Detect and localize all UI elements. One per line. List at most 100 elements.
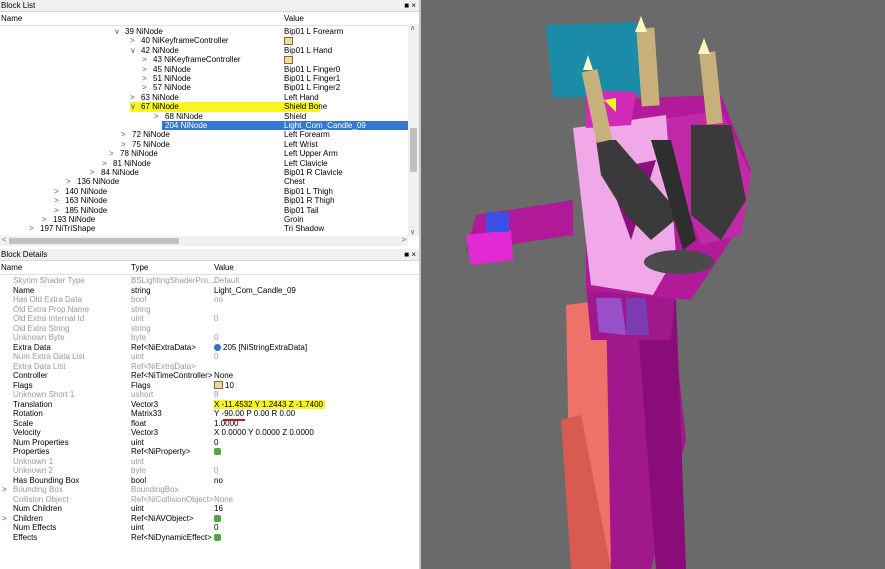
- details-row[interactable]: Rotation Matrix33 Y -90.00 P 0.00 R 0.00: [0, 409, 419, 418]
- column-name-header[interactable]: Name: [1, 12, 22, 25]
- details-row-value[interactable]: 0: [214, 438, 218, 447]
- expand-arrow-icon[interactable]: >: [142, 65, 147, 74]
- tree-row[interactable]: >45 NiNode Bip01 L Finger0: [0, 65, 419, 74]
- tree-row[interactable]: ∨ 67 NiNode Shield Bone: [0, 102, 419, 112]
- tree-row[interactable]: >43 NiKeyframeController: [0, 55, 419, 64]
- details-row[interactable]: Controller Ref<NiTimeController> None: [0, 371, 419, 380]
- expand-arrow-icon[interactable]: >: [142, 83, 147, 92]
- expand-arrow-icon[interactable]: >: [142, 74, 147, 83]
- details-row-value[interactable]: [214, 447, 221, 456]
- block-list-vscroll[interactable]: ∧ ∨: [408, 24, 419, 236]
- tree-row[interactable]: >197 NiTriShape Tri Shadow: [0, 224, 419, 233]
- hscroll-thumb[interactable]: [9, 238, 179, 244]
- tree-row[interactable]: >72 NiNode Left Forearm: [0, 130, 419, 139]
- details-row[interactable]: > Children Ref<NiAVObject>: [0, 514, 419, 523]
- details-row[interactable]: > Bounding Box BoundingBox: [0, 485, 419, 494]
- expand-arrow-icon[interactable]: >: [142, 55, 147, 64]
- expand-arrow-icon[interactable]: >: [2, 514, 7, 523]
- details-row-value[interactable]: X 0.0000 Y 0.0000 Z 0.0000: [214, 428, 314, 437]
- expand-arrow-icon[interactable]: >: [2, 485, 7, 494]
- tree-row[interactable]: >75 NiNode Left Wrist: [0, 140, 419, 149]
- details-row[interactable]: Unknown 1 uint: [0, 457, 419, 466]
- details-row[interactable]: Has Bounding Box bool no: [0, 476, 419, 485]
- details-row-value[interactable]: 10: [214, 381, 234, 390]
- scroll-right-icon[interactable]: >: [402, 237, 406, 244]
- details-column-name-header[interactable]: Name: [1, 261, 22, 274]
- expand-arrow-icon[interactable]: >: [109, 149, 114, 158]
- details-row[interactable]: Unknown 2 byte 0: [0, 466, 419, 475]
- details-row-value[interactable]: [214, 514, 221, 523]
- expand-arrow-icon[interactable]: >: [102, 159, 107, 168]
- details-row-value[interactable]: 0: [214, 352, 218, 361]
- tree-row[interactable]: >40 NiKeyframeController: [0, 36, 419, 45]
- tree-row[interactable]: >68 NiNode Shield: [0, 112, 419, 121]
- expand-arrow-icon[interactable]: >: [42, 215, 47, 224]
- details-row[interactable]: Translation Vector3 X -11.4532 Y 1.2443 Z …: [0, 399, 419, 409]
- tree-row[interactable]: >193 NiNode Groin: [0, 215, 419, 224]
- details-row[interactable]: Num Children uint 16: [0, 504, 419, 513]
- details-row[interactable]: Old Extra String string: [0, 324, 419, 333]
- tree-row[interactable]: 204 NiNode Light_Com_Candle_09: [0, 121, 419, 131]
- expand-arrow-icon[interactable]: >: [121, 130, 126, 139]
- tree-row[interactable]: >63 NiNode Left Hand: [0, 93, 419, 102]
- details-row-value[interactable]: 8: [214, 390, 218, 399]
- details-row-value[interactable]: 0: [214, 523, 218, 532]
- block-list-window-controls[interactable]: ■ ×: [404, 0, 416, 11]
- scroll-down-icon[interactable]: ∨: [410, 228, 415, 236]
- details-row-value[interactable]: 0: [214, 466, 218, 475]
- tree-row[interactable]: ∨ 39 NiNode Bip01 L Forearm: [0, 27, 419, 36]
- expand-arrow-icon[interactable]: >: [121, 140, 126, 149]
- details-row[interactable]: Effects Ref<NiDynamicEffect>: [0, 533, 419, 542]
- expand-arrow-icon[interactable]: >: [90, 168, 95, 177]
- details-row[interactable]: Num Properties uint 0: [0, 438, 419, 447]
- tree-row[interactable]: >140 NiNode Bip01 L Thigh: [0, 187, 419, 196]
- details-row-value[interactable]: Y -90.00 P 0.00 R 0.00: [214, 409, 295, 418]
- details-row-value[interactable]: no: [214, 295, 223, 304]
- details-row-value[interactable]: None: [214, 371, 233, 380]
- expand-arrow-icon[interactable]: >: [54, 206, 59, 215]
- details-row-value[interactable]: X -11.4532 Y 1.2443 Z -1.7400: [214, 399, 325, 409]
- details-column-type-header[interactable]: Type: [131, 261, 148, 274]
- tree-row[interactable]: >84 NiNode Bip01 R Clavicle: [0, 168, 419, 177]
- tree-row[interactable]: >51 NiNode Bip01 L Finger1: [0, 74, 419, 83]
- column-value-header[interactable]: Value: [284, 12, 304, 25]
- details-row[interactable]: Unknown Byte byte 0: [0, 333, 419, 342]
- details-row[interactable]: Num Effects uint 0: [0, 523, 419, 532]
- tree-row[interactable]: >57 NiNode Bip01 L Finger2: [0, 83, 419, 92]
- expand-arrow-icon[interactable]: >: [54, 187, 59, 196]
- expand-arrow-icon[interactable]: >: [54, 196, 59, 205]
- details-row-value[interactable]: no: [214, 476, 223, 485]
- tree-row[interactable]: >185 NiNode Bip01 Tail: [0, 206, 419, 215]
- expand-arrow-icon[interactable]: >: [29, 224, 34, 233]
- details-row[interactable]: Old Extra Prop Name string: [0, 305, 419, 314]
- scroll-up-icon[interactable]: ∧: [410, 24, 415, 32]
- details-row-value[interactable]: Light_Com_Candle_09: [214, 286, 296, 295]
- tree-row[interactable]: >78 NiNode Left Upper Arm: [0, 149, 419, 158]
- details-row-value[interactable]: 205 [NiStringExtraData]: [214, 343, 307, 352]
- details-row-value[interactable]: 0: [214, 314, 218, 323]
- block-details-window-controls[interactable]: ■ ×: [404, 249, 416, 260]
- details-row[interactable]: Unknown Short 1 ushort 8: [0, 390, 419, 399]
- expand-arrow-icon[interactable]: >: [154, 112, 159, 121]
- collapse-arrow-icon[interactable]: ∨: [130, 102, 136, 111]
- details-row[interactable]: Has Old Extra Data bool no: [0, 295, 419, 304]
- vscroll-thumb[interactable]: [410, 128, 417, 172]
- details-row[interactable]: Name string Light_Com_Candle_09: [0, 286, 419, 295]
- expand-arrow-icon[interactable]: >: [66, 177, 71, 186]
- details-row[interactable]: Extra Data List Ref<NiExtraData>: [0, 362, 419, 371]
- details-row-value[interactable]: 0: [214, 333, 218, 342]
- details-row[interactable]: Num Extra Data List uint 0: [0, 352, 419, 361]
- collapse-arrow-icon[interactable]: ∨: [130, 46, 136, 55]
- details-row-value[interactable]: 16: [214, 504, 223, 513]
- details-row[interactable]: Properties Ref<NiProperty>: [0, 447, 419, 456]
- details-row-value[interactable]: None: [214, 495, 233, 504]
- details-column-value-header[interactable]: Value: [214, 261, 234, 274]
- details-row[interactable]: Flags Flags 10: [0, 381, 419, 390]
- tree-row[interactable]: ∨ 42 NiNode Bip01 L Hand: [0, 46, 419, 55]
- details-row[interactable]: Velocity Vector3 X 0.0000 Y 0.0000 Z 0.000…: [0, 428, 419, 437]
- details-row[interactable]: Skyrim Shader Type BSLightingShaderPro...…: [0, 276, 419, 285]
- 3d-viewport[interactable]: [421, 0, 885, 569]
- block-list-hscroll[interactable]: < >: [0, 236, 408, 246]
- expand-arrow-icon[interactable]: >: [130, 36, 135, 45]
- details-row-value[interactable]: [214, 533, 221, 542]
